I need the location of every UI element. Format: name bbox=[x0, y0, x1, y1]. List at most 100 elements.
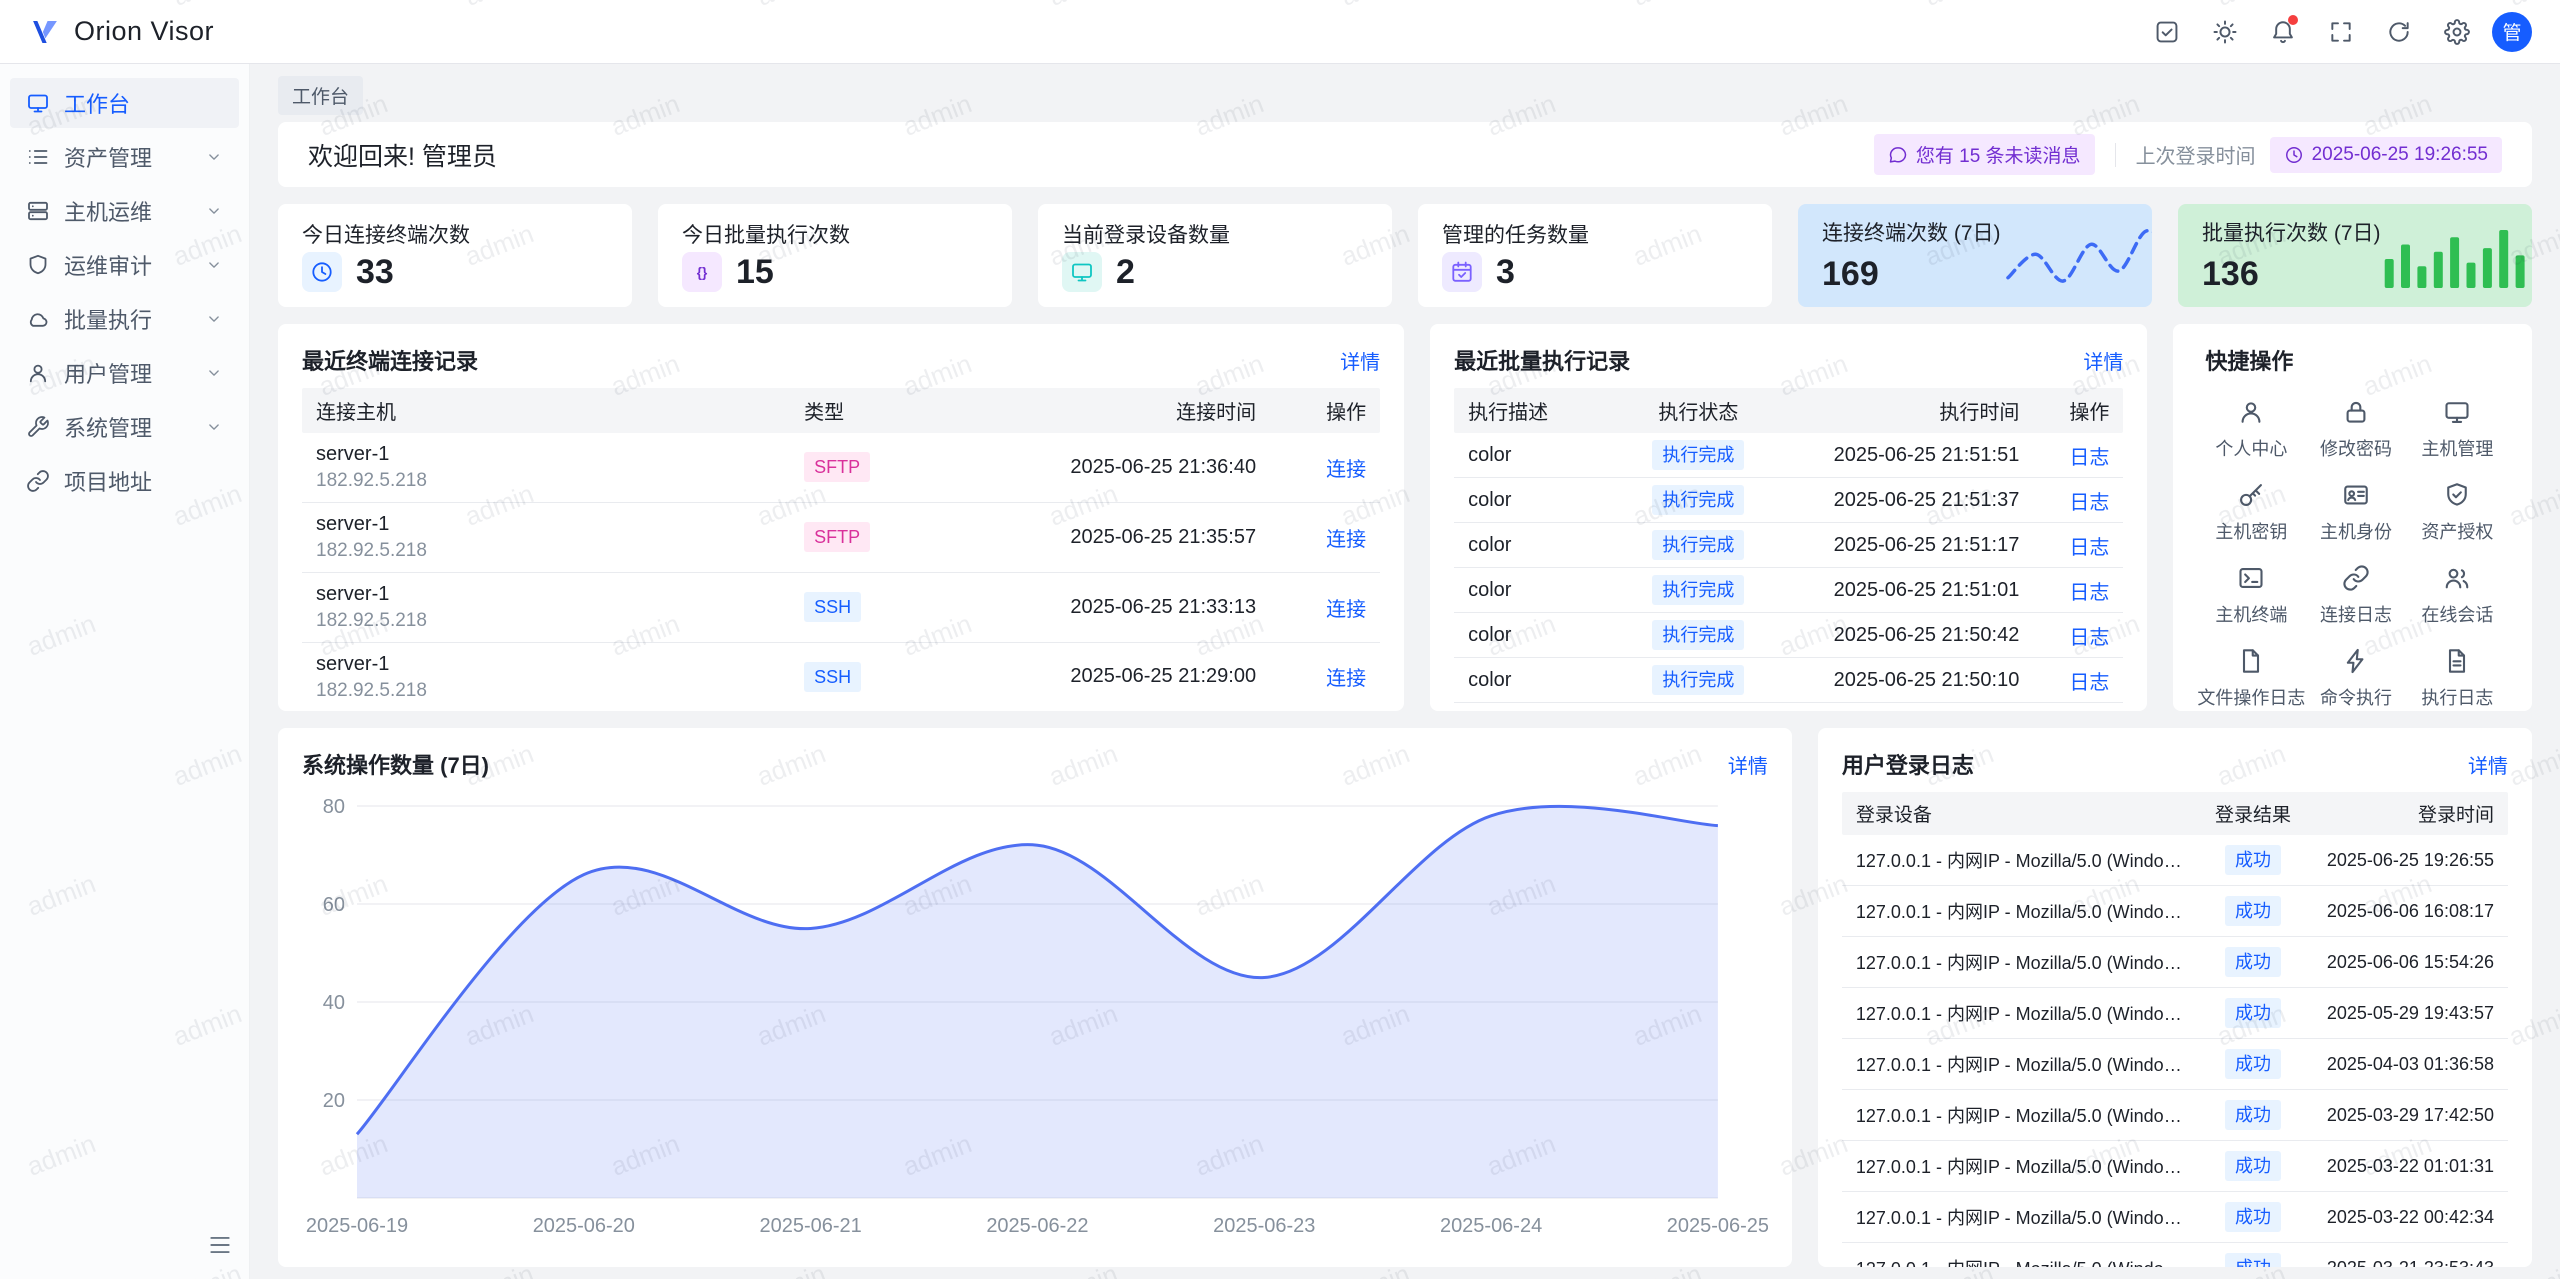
settings-button[interactable] bbox=[2434, 9, 2480, 55]
execution-time: 2025-06-25 21:51:01 bbox=[1783, 572, 2033, 609]
quick-action-id-card[interactable]: 主机身份 bbox=[2305, 481, 2406, 544]
link-icon bbox=[26, 469, 50, 493]
message-icon bbox=[1888, 145, 1908, 165]
protocol-tag: SSH bbox=[804, 662, 861, 692]
user-avatar[interactable]: 管 bbox=[2492, 12, 2532, 52]
log-link[interactable]: 日志 bbox=[2069, 672, 2109, 694]
system-operations-detail-link[interactable]: 详情 bbox=[1728, 750, 1768, 779]
login-log-row: 127.0.0.1 - 内网IP - Mozilla/5.0 (Windows … bbox=[1842, 835, 2508, 886]
refresh-button[interactable] bbox=[2376, 9, 2422, 55]
quick-action-shield-check[interactable]: 资产授权 bbox=[2407, 481, 2508, 544]
stat-sparkline bbox=[2381, 224, 2533, 288]
app-logo[interactable]: Orion Visor bbox=[28, 15, 214, 49]
log-link[interactable]: 日志 bbox=[2069, 627, 2109, 649]
executions-table: 执行描述 执行状态 执行时间 操作 color 执行完成 2025-06-25 … bbox=[1454, 388, 2123, 703]
login-device: 127.0.0.1 - 内网IP - Mozilla/5.0 (Windows … bbox=[1842, 837, 2198, 883]
login-time: 2025-06-25 19:26:55 bbox=[2308, 840, 2508, 881]
host-ip: 182.92.5.218 bbox=[316, 680, 776, 702]
login-log-row: 127.0.0.1 - 内网IP - Mozilla/5.0 (Windows … bbox=[1842, 1039, 2508, 1090]
stat-value: 15 bbox=[736, 253, 774, 292]
sidebar-item-ops-audit[interactable]: 运维审计 bbox=[10, 240, 239, 290]
connect-link[interactable]: 连接 bbox=[1326, 459, 1366, 481]
quick-action-key[interactable]: 主机密钥 bbox=[2197, 481, 2305, 544]
sidebar-item-host-ops[interactable]: 主机运维 bbox=[10, 186, 239, 236]
middle-row: 最近终端连接记录 详情 连接主机 类型 连接时间 操作 server-1 182… bbox=[278, 324, 2532, 711]
sidebar-item-system-manage[interactable]: 系统管理 bbox=[10, 402, 239, 452]
quick-action-users[interactable]: 在线会话 bbox=[2407, 564, 2508, 627]
stat-card: 当前登录设备数量 2 bbox=[1038, 204, 1392, 307]
recent-executions-title: 最近批量执行记录 bbox=[1454, 344, 1630, 376]
sidebar-item-workbench[interactable]: 工作台 bbox=[10, 78, 239, 128]
sidebar-item-label: 项目地址 bbox=[64, 465, 152, 497]
quick-actions-card: 快捷操作 个人中心 修改密码 主机管理 主机密钥 主机身份 资产授权 主机终端 … bbox=[2173, 324, 2532, 711]
host-ip: 182.92.5.218 bbox=[316, 470, 776, 492]
log-link[interactable]: 日志 bbox=[2069, 537, 2109, 559]
column-header: 操作 bbox=[2033, 388, 2123, 433]
execution-status-tag: 执行完成 bbox=[1652, 530, 1744, 560]
quick-action-user[interactable]: 个人中心 bbox=[2197, 398, 2305, 461]
quick-action-link[interactable]: 连接日志 bbox=[2305, 564, 2406, 627]
login-logs-title: 用户登录日志 bbox=[1842, 748, 1974, 780]
sun-icon bbox=[2212, 19, 2238, 45]
key-icon bbox=[2237, 481, 2265, 509]
sidebar-item-user-manage[interactable]: 用户管理 bbox=[10, 348, 239, 398]
chevron-down-icon bbox=[205, 364, 223, 382]
quick-action-label: 个人中心 bbox=[2215, 435, 2287, 461]
fullscreen-button[interactable] bbox=[2318, 9, 2364, 55]
login-logs-detail-link[interactable]: 详情 bbox=[2468, 750, 2508, 779]
welcome-meta: 您有 15 条未读消息 上次登录时间 2025-06-25 19:26:55 bbox=[1874, 134, 2502, 175]
executions-detail-link[interactable]: 详情 bbox=[2083, 346, 2123, 375]
quick-action-label: 执行日志 bbox=[2421, 684, 2493, 710]
login-log-row: 127.0.0.1 - 内网IP - Mozilla/5.0 (Windows … bbox=[1842, 886, 2508, 937]
host-name: server-1 bbox=[316, 513, 776, 536]
login-log-row: 127.0.0.1 - 内网IP - Mozilla/5.0 (Windows … bbox=[1842, 988, 2508, 1039]
user-icon bbox=[2237, 398, 2265, 426]
link-icon bbox=[2342, 564, 2370, 592]
execution-description: color bbox=[1454, 527, 1613, 564]
stat-label: 连接终端次数 (7日) bbox=[1822, 217, 2001, 247]
theme-button[interactable] bbox=[2202, 9, 2248, 55]
host-name: server-1 bbox=[316, 443, 776, 466]
sidebar-item-assets[interactable]: 资产管理 bbox=[10, 132, 239, 182]
quick-action-bolt[interactable]: 命令执行 bbox=[2305, 647, 2406, 710]
notifications-button[interactable] bbox=[2260, 9, 2306, 55]
log-link[interactable]: 日志 bbox=[2069, 492, 2109, 514]
host-icon bbox=[26, 199, 50, 223]
avatar-text: 管 bbox=[2502, 18, 2521, 45]
login-logs-table: 登录设备 登录结果 登录时间 127.0.0.1 - 内网IP - Mozill… bbox=[1842, 792, 2508, 1267]
log-link[interactable]: 日志 bbox=[2069, 447, 2109, 469]
column-header: 执行时间 bbox=[1783, 388, 2033, 433]
sidebar: 工作台 资产管理 主机运维 运维审计 批量执行 用户管理 系统管理 项目地址 bbox=[0, 64, 250, 1279]
execution-description: color bbox=[1454, 437, 1613, 474]
sidebar-item-project[interactable]: 项目地址 bbox=[10, 456, 239, 506]
column-header: 操作 bbox=[1270, 388, 1380, 433]
stat-label: 管理的任务数量 bbox=[1442, 219, 1748, 249]
system-operations-title: 系统操作数量 (7日) bbox=[302, 748, 489, 780]
quick-action-label: 主机终端 bbox=[2215, 601, 2287, 627]
connections-detail-link[interactable]: 详情 bbox=[1340, 346, 1380, 375]
log-link[interactable]: 日志 bbox=[2069, 582, 2109, 604]
quick-action-file-text[interactable]: 执行日志 bbox=[2407, 647, 2508, 710]
notification-badge bbox=[2288, 15, 2298, 25]
quick-action-terminal[interactable]: 主机终端 bbox=[2197, 564, 2305, 627]
tasks-button[interactable] bbox=[2144, 9, 2190, 55]
quick-action-monitor[interactable]: 主机管理 bbox=[2407, 398, 2508, 461]
connect-link[interactable]: 连接 bbox=[1326, 599, 1366, 621]
sidebar-item-batch-exec[interactable]: 批量执行 bbox=[10, 294, 239, 344]
monitor-icon bbox=[2443, 398, 2471, 426]
terminal-icon bbox=[2237, 564, 2265, 592]
unread-messages-badge[interactable]: 您有 15 条未读消息 bbox=[1874, 134, 2095, 175]
quick-actions-grid: 个人中心 修改密码 主机管理 主机密钥 主机身份 资产授权 主机终端 连接日志 … bbox=[2197, 398, 2508, 710]
connect-link[interactable]: 连接 bbox=[1326, 668, 1366, 690]
svg-text:2025-06-24: 2025-06-24 bbox=[1440, 1215, 1542, 1237]
protocol-tag: SSH bbox=[804, 592, 861, 622]
stat-label: 批量执行次数 (7日) bbox=[2202, 217, 2381, 247]
quick-action-lock[interactable]: 修改密码 bbox=[2305, 398, 2406, 461]
collapse-sidebar-icon[interactable] bbox=[207, 1232, 233, 1263]
connect-link[interactable]: 连接 bbox=[1326, 529, 1366, 551]
svg-text:2025-06-20: 2025-06-20 bbox=[533, 1215, 635, 1237]
connect-time: 2025-06-25 21:29:00 bbox=[960, 655, 1270, 698]
welcome-card: 欢迎回来! 管理员 您有 15 条未读消息 上次登录时间 2025-06-25 … bbox=[278, 122, 2532, 187]
breadcrumb-item-workbench[interactable]: 工作台 bbox=[278, 76, 363, 115]
quick-action-file[interactable]: 文件操作日志 bbox=[2197, 647, 2305, 710]
